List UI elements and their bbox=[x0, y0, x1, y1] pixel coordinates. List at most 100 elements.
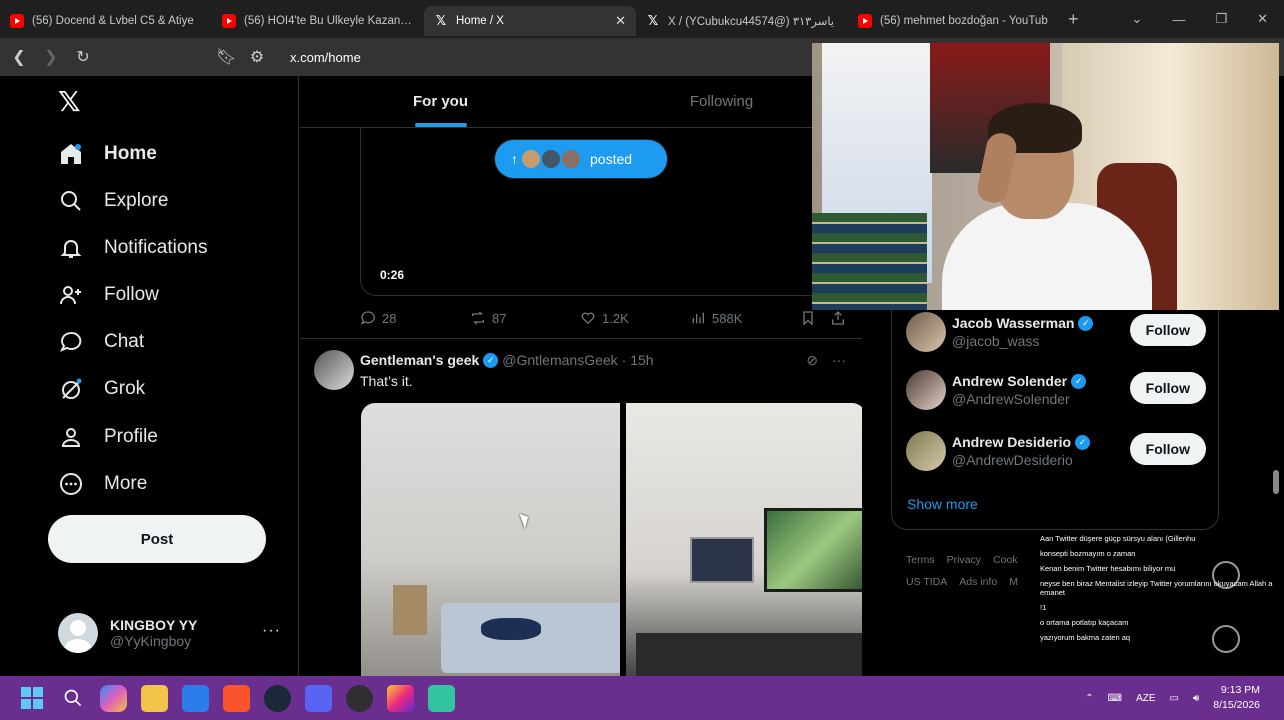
suggested-user[interactable]: Jacob Wasserman ✓ @jacob_wass Follow bbox=[906, 310, 1206, 354]
suggested-user[interactable]: Andrew Desiderio ✓ @AndrewDesiderio Follo… bbox=[906, 429, 1206, 473]
windows-start-icon[interactable] bbox=[18, 685, 45, 712]
copilot-icon[interactable] bbox=[100, 684, 127, 712]
chat-icon bbox=[1212, 625, 1240, 653]
like-button[interactable]: 1.2K bbox=[580, 310, 690, 326]
youtube-icon bbox=[222, 14, 236, 28]
footer-link[interactable]: Ads info bbox=[959, 576, 997, 588]
youtube-icon bbox=[858, 14, 872, 28]
avatar bbox=[540, 148, 562, 170]
show-more-link[interactable]: Show more bbox=[907, 496, 978, 512]
browser-tab[interactable]: 𝕏X / (YCubukcu44574@) ۳۱۳یاسر bbox=[636, 6, 848, 36]
nav-grok[interactable]: Grok bbox=[58, 372, 145, 406]
chat-message: !1 bbox=[1040, 603, 1047, 612]
more-icon[interactable]: ··· bbox=[832, 352, 846, 369]
url-field[interactable]: x.com/home bbox=[290, 50, 361, 65]
avatar bbox=[906, 431, 946, 471]
footer-link[interactable]: Terms bbox=[906, 554, 935, 566]
language-indicator[interactable]: AZE bbox=[1136, 693, 1155, 704]
x-logo-icon[interactable]: 𝕏 bbox=[58, 88, 86, 116]
nav-home[interactable]: Home bbox=[58, 137, 157, 171]
views-button[interactable]: 588K bbox=[690, 310, 800, 326]
chat-message: konsepti bozmayım o zaman bbox=[1040, 549, 1136, 558]
avatar[interactable] bbox=[314, 350, 354, 390]
account-name: KINGBOY YY bbox=[110, 617, 198, 633]
new-posts-pill[interactable]: ↑ posted bbox=[495, 140, 667, 178]
back-icon[interactable]: ❮ bbox=[10, 47, 28, 67]
more-circle-icon bbox=[58, 471, 84, 497]
verified-icon: ✓ bbox=[1071, 373, 1087, 389]
nav-explore[interactable]: Explore bbox=[58, 184, 168, 218]
close-window-icon[interactable]: ✕ bbox=[1257, 11, 1268, 27]
close-tab-icon[interactable]: ✕ bbox=[615, 13, 626, 29]
bookmark-icon[interactable] bbox=[800, 310, 816, 326]
browser-tab[interactable]: (56) mehmet bozdoğan - YouTub bbox=[848, 6, 1060, 36]
streamlabs-icon[interactable] bbox=[428, 684, 455, 712]
clock[interactable]: 9:13 PM 8/15/2026 bbox=[1213, 683, 1260, 713]
restore-icon[interactable]: ❐ bbox=[1215, 11, 1227, 27]
tweet-author-handle[interactable]: @GntlemansGeek bbox=[502, 352, 617, 368]
minimize-icon[interactable]: — bbox=[1172, 12, 1185, 27]
instagram-icon[interactable] bbox=[387, 684, 414, 712]
store-icon[interactable] bbox=[182, 684, 209, 712]
account-switcher[interactable]: KINGBOY YY @YyKingboy bbox=[58, 613, 197, 653]
reply-button[interactable]: 28 bbox=[360, 310, 470, 326]
network-icon[interactable]: ▭ bbox=[1170, 693, 1179, 704]
post-button[interactable]: Post bbox=[48, 515, 266, 563]
footer-link[interactable]: M bbox=[1009, 576, 1018, 588]
new-tab-button[interactable]: + bbox=[1068, 9, 1079, 30]
footer-links: Terms Privacy Cook US TIDA Ads info M bbox=[906, 549, 1036, 593]
chat-message: neyse ben biraz Mentalist izleyip Twitte… bbox=[1040, 579, 1273, 597]
obs-icon[interactable] bbox=[346, 684, 373, 712]
footer-link[interactable]: Cook bbox=[993, 554, 1018, 566]
x-icon: 𝕏 bbox=[435, 13, 447, 28]
views-icon bbox=[692, 312, 704, 324]
tweet-text: That’s it. bbox=[360, 373, 413, 389]
search-icon[interactable] bbox=[59, 685, 86, 712]
chevron-up-icon[interactable]: ⌃ bbox=[1085, 693, 1093, 704]
follow-button[interactable]: Follow bbox=[1129, 433, 1206, 465]
browser-tab-active[interactable]: 𝕏 Home / X ✕ bbox=[424, 6, 636, 36]
site-info-icon[interactable]: ⚙︎ bbox=[248, 47, 266, 67]
account-more-icon[interactable]: ··· bbox=[262, 622, 281, 640]
brave-icon[interactable] bbox=[223, 684, 250, 712]
follow-button[interactable]: Follow bbox=[1129, 314, 1206, 346]
avatar bbox=[906, 370, 946, 410]
browser-tab[interactable]: (56) HOI4'te Bu Ülkeyle Kazanma bbox=[212, 6, 424, 36]
account-handle: @YyKingboy bbox=[110, 633, 192, 649]
follow-button[interactable]: Follow bbox=[1129, 372, 1206, 404]
tweet-author-name[interactable]: Gentleman's geek bbox=[360, 352, 479, 368]
suggested-user[interactable]: Andrew Solender ✓ @AndrewSolender Follow bbox=[906, 368, 1206, 412]
nav-notifications[interactable]: Notifications bbox=[58, 231, 208, 265]
nav-follow[interactable]: Follow bbox=[58, 278, 159, 312]
nav-chat[interactable]: Chat bbox=[58, 325, 144, 359]
tweet-time[interactable]: · 15h bbox=[622, 352, 654, 368]
browser-tab[interactable]: (56) Docend & Lvbel C5 & Atiye bbox=[0, 6, 212, 36]
nav-more[interactable]: More bbox=[58, 467, 147, 501]
avatar bbox=[906, 312, 946, 352]
grok-icon[interactable]: ⊘ bbox=[806, 352, 818, 369]
nav-profile[interactable]: Profile bbox=[58, 420, 158, 454]
volume-icon[interactable]: 🔊︎ bbox=[1193, 693, 1199, 704]
footer-link[interactable]: US TIDA bbox=[906, 576, 947, 588]
footer-link[interactable]: Privacy bbox=[947, 554, 981, 566]
feed-tabs: For you Following bbox=[300, 76, 862, 128]
scrollbar-thumb[interactable] bbox=[1273, 470, 1279, 494]
tab-for-you[interactable]: For you bbox=[300, 76, 581, 127]
system-tray: ⌃ ⌨ AZE ▭ 🔊︎ 9:13 PM 8/15/2026 bbox=[1085, 676, 1260, 720]
bookmark-icon[interactable]: 🔖︎ bbox=[216, 47, 236, 67]
forward-icon[interactable]: ❯ bbox=[42, 47, 60, 67]
avatar bbox=[560, 148, 582, 170]
chat-message: yazıyorum bakma zaten aq bbox=[1040, 633, 1131, 642]
tweet-image[interactable] bbox=[361, 403, 620, 676]
discord-icon[interactable] bbox=[305, 684, 332, 712]
tweet-image[interactable] bbox=[626, 403, 862, 676]
keyboard-icon[interactable]: ⌨ bbox=[1108, 693, 1122, 704]
repost-button[interactable]: 87 bbox=[470, 310, 580, 326]
share-icon[interactable] bbox=[830, 310, 846, 326]
file-explorer-icon[interactable] bbox=[141, 684, 168, 712]
steam-icon[interactable] bbox=[264, 684, 291, 712]
tab-search-icon[interactable]: ⌄ bbox=[1132, 11, 1143, 27]
home-icon bbox=[58, 141, 84, 167]
avatar bbox=[520, 148, 542, 170]
reload-icon[interactable]: ↻ bbox=[74, 47, 92, 67]
